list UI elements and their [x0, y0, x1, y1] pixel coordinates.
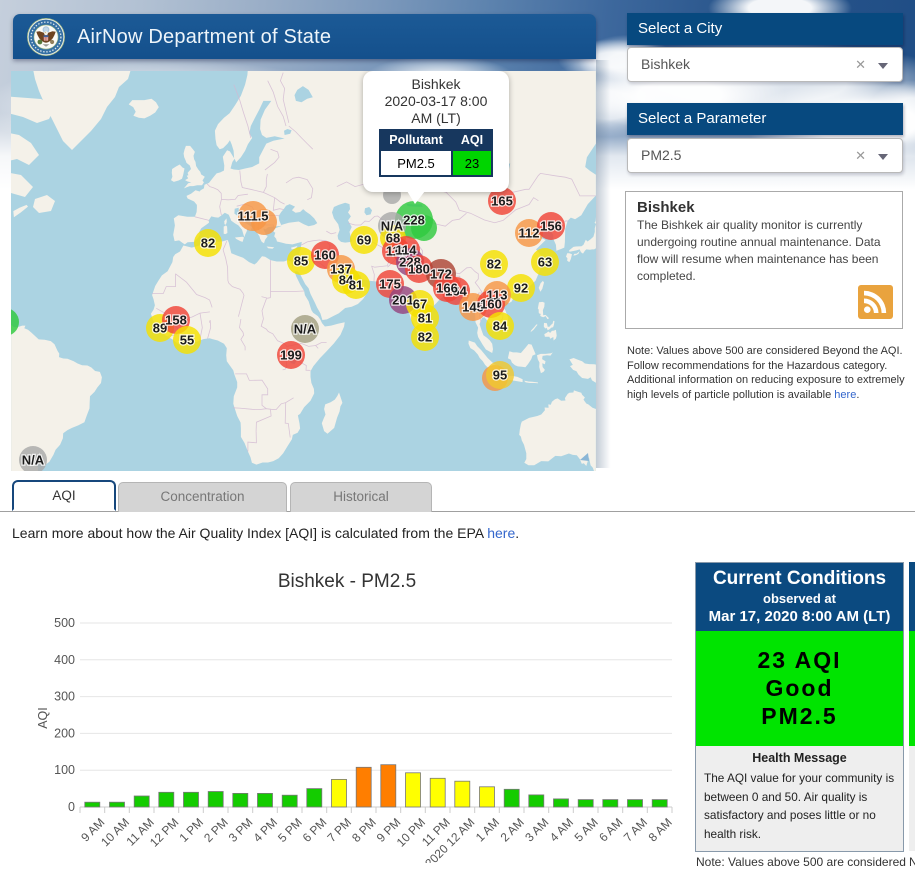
svg-text:200: 200 [54, 726, 75, 740]
svg-text:7 AM: 7 AM [621, 815, 650, 844]
svg-text:81: 81 [418, 311, 432, 326]
svg-text:5 PM: 5 PM [275, 815, 305, 845]
svg-text:156: 156 [540, 219, 562, 234]
svg-text:82: 82 [487, 257, 501, 272]
svg-text:175: 175 [379, 277, 401, 292]
svg-text:7 PM: 7 PM [324, 815, 354, 845]
svg-text:160: 160 [314, 248, 336, 263]
svg-text:172: 172 [430, 267, 452, 282]
svg-text:111.5: 111.5 [237, 209, 268, 224]
svg-text:180: 180 [408, 262, 430, 277]
svg-text:8 PM: 8 PM [349, 815, 379, 845]
svg-text:95: 95 [493, 368, 507, 383]
svg-text:160: 160 [480, 297, 502, 312]
svg-text:81: 81 [349, 278, 363, 293]
svg-text:500: 500 [54, 616, 75, 630]
svg-text:92: 92 [514, 281, 528, 296]
svg-text:112: 112 [519, 226, 540, 241]
svg-text:82: 82 [418, 330, 432, 345]
svg-text:400: 400 [54, 653, 75, 667]
svg-text:158: 158 [165, 313, 187, 328]
svg-text:67: 67 [413, 297, 427, 312]
svg-text:12 PM: 12 PM [147, 815, 181, 849]
svg-text:300: 300 [54, 690, 75, 704]
svg-text:63: 63 [538, 255, 552, 270]
svg-text:AQI: AQI [36, 707, 50, 729]
svg-text:2 PM: 2 PM [201, 815, 231, 845]
svg-text:165: 165 [491, 194, 513, 209]
svg-text:69: 69 [357, 233, 371, 248]
svg-text:6 AM: 6 AM [596, 815, 625, 844]
svg-text:201: 201 [392, 293, 414, 308]
svg-text:82: 82 [201, 236, 215, 251]
svg-text:10 PM: 10 PM [394, 815, 428, 849]
svg-text:199: 199 [280, 348, 302, 363]
svg-text:8 AM: 8 AM [646, 815, 675, 844]
svg-text:4 AM: 4 AM [547, 815, 576, 844]
svg-text:55: 55 [180, 333, 194, 348]
svg-text:10 AM: 10 AM [98, 815, 132, 849]
svg-text:5 AM: 5 AM [572, 815, 601, 844]
svg-text:166: 166 [436, 281, 458, 296]
svg-text:4 PM: 4 PM [250, 815, 280, 845]
svg-text:100: 100 [54, 763, 75, 777]
svg-text:0: 0 [68, 800, 75, 814]
svg-text:84: 84 [493, 319, 508, 334]
svg-text:2 AM: 2 AM [498, 815, 527, 844]
svg-text:228: 228 [403, 213, 425, 228]
svg-text:N/A: N/A [22, 453, 45, 468]
svg-text:1 PM: 1 PM [176, 815, 206, 845]
svg-text:6 PM: 6 PM [300, 815, 330, 845]
svg-text:3 PM: 3 PM [226, 815, 256, 845]
svg-text:Bishkek - PM2.5: Bishkek - PM2.5 [278, 571, 416, 592]
svg-text:1 AM: 1 AM [473, 815, 502, 844]
svg-text:85: 85 [294, 254, 308, 269]
svg-text:3 AM: 3 AM [522, 815, 551, 844]
svg-text:N/A: N/A [294, 322, 317, 337]
